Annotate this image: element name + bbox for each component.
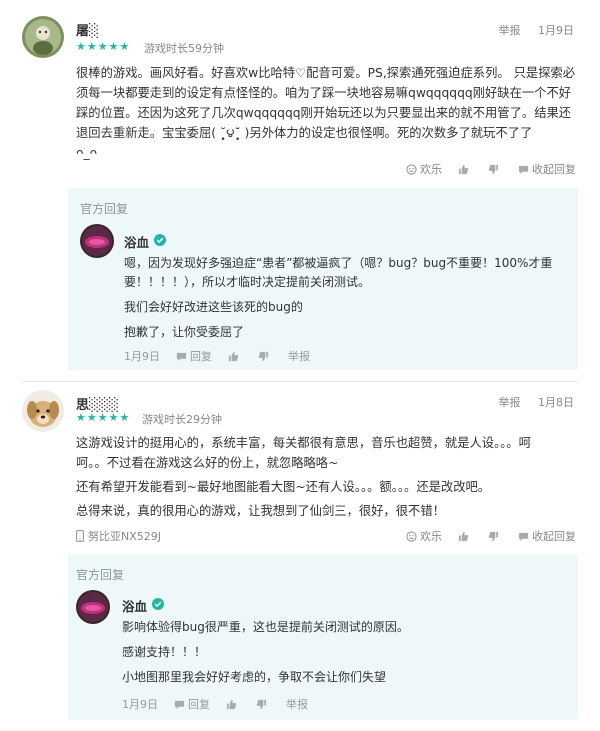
reply-report-link[interactable]: 举报 bbox=[288, 348, 310, 364]
funny-label: 欢乐 bbox=[420, 530, 442, 543]
developer-avatar-icon bbox=[76, 590, 110, 624]
official-reply-label: 官方回复 bbox=[80, 202, 129, 216]
avatar[interactable] bbox=[22, 390, 64, 432]
review-text: 很棒的游戏。画风好看。好喜欢w比哈特♡配音可爱。PS,探索通死强迫症系列。 只是… bbox=[76, 63, 586, 163]
developer-avatar-icon bbox=[80, 224, 114, 258]
collapse-label: 收起回复 bbox=[532, 530, 576, 543]
thumbs-down-icon bbox=[488, 164, 499, 174]
reply-button[interactable]: 回复 bbox=[174, 696, 210, 712]
divider bbox=[22, 381, 578, 382]
review-line: 退回去重新走。宝宝委屈( ˘̩̥̩౪˘̩̥̩ )另外体力的设定也很怪啊。死的次数… bbox=[76, 126, 533, 140]
reply-line: 要！！！！），所以才临时决定提前关闭测试。 bbox=[124, 275, 371, 289]
reply-date: 1月9日 bbox=[124, 350, 160, 363]
reply-line: 影响体验得bug很严重，这也是提前关闭测试的原因。 bbox=[122, 620, 409, 634]
smile-icon bbox=[406, 163, 417, 175]
review-date: 1月9日 bbox=[538, 24, 574, 37]
review-line: 踩的位置。还因为这死了几次qwqqqqqq刚开始玩还以为只要显出来的就不用管了。… bbox=[76, 106, 572, 120]
reply-line: 嗯，因为发现好多强迫症“患者”都被逼疯了（嗯？bug？bug不重要！100%才重 bbox=[124, 256, 553, 270]
like-button[interactable] bbox=[458, 164, 472, 175]
device-label: 努比亚NX529J bbox=[76, 528, 161, 544]
developer-name[interactable]: 浴血 bbox=[124, 232, 149, 251]
avatar-image-icon bbox=[22, 16, 64, 58]
username[interactable]: 屠░ bbox=[76, 20, 99, 39]
reply-button[interactable]: 回复 bbox=[176, 348, 212, 364]
review-line: 很棒的游戏。画风好看。好喜欢w比哈特♡配音可爱。PS,探索通死强迫症系列。 只是… bbox=[76, 66, 576, 80]
comment-icon bbox=[518, 532, 529, 541]
reply-line: 抱歉了，让你受委屈了 bbox=[124, 325, 245, 339]
report-link[interactable]: 举报 bbox=[499, 396, 521, 409]
star-rating: ★★★★★ bbox=[76, 40, 131, 53]
funny-label: 欢乐 bbox=[420, 163, 442, 176]
reply-line: 感谢支持！！！ bbox=[122, 645, 207, 659]
thumbs-down-icon bbox=[256, 699, 267, 709]
review-actions: 欢乐 收起回复 bbox=[390, 161, 576, 177]
star-rating: ★★★★★ bbox=[76, 411, 131, 424]
review-line: ᴖ_ᴖ bbox=[76, 146, 98, 160]
developer-name-row: 浴血 bbox=[122, 596, 165, 615]
reply-date: 1月9日 bbox=[122, 698, 158, 711]
like-button[interactable] bbox=[458, 531, 472, 542]
review-line: 须每一块都要走到的设定有点怪怪的。咱为了踩一块地容易嘛qwqqqqqq刚好缺在一… bbox=[76, 86, 572, 100]
device-name: 努比亚NX529J bbox=[88, 530, 162, 543]
comment-icon bbox=[518, 165, 529, 174]
collapse-replies-button[interactable]: 收起回复 bbox=[518, 528, 576, 544]
reply-line: 我们会好好改进这些该死的bug的 bbox=[124, 300, 303, 314]
official-reply: 官方回复 浴血 嗯，因为发现好多强迫症“患者”都被逼疯了（嗯？bug？bug不重… bbox=[68, 188, 578, 370]
dislike-button[interactable] bbox=[488, 164, 502, 175]
thumbs-down-icon bbox=[258, 351, 269, 361]
review-line: 呵。。不过看在游戏这么好的份上，就忽略略咯~ bbox=[76, 456, 339, 470]
thumbs-up-icon bbox=[228, 351, 239, 361]
funny-button[interactable]: 欢乐 bbox=[406, 161, 442, 177]
thumbs-down-icon bbox=[488, 531, 499, 541]
dislike-button[interactable] bbox=[488, 531, 502, 542]
playtime: 游戏时长29分钟 bbox=[142, 413, 222, 426]
collapse-replies-button[interactable]: 收起回复 bbox=[518, 161, 576, 177]
thumbs-up-icon bbox=[458, 164, 469, 174]
reply-dislike-button[interactable] bbox=[256, 699, 270, 710]
thumbs-up-icon bbox=[226, 699, 237, 709]
reply-like-button[interactable] bbox=[228, 351, 242, 362]
reply-dislike-button[interactable] bbox=[258, 351, 272, 362]
reply-actions: 1月9日 回复 举报 bbox=[122, 696, 324, 712]
reply-like-button[interactable] bbox=[226, 699, 240, 710]
verified-icon bbox=[152, 598, 165, 613]
developer-avatar[interactable] bbox=[80, 224, 114, 258]
review-actions: 欢乐 收起回复 bbox=[390, 528, 576, 544]
reply-text: 影响体验得bug很严重，这也是提前关闭测试的原因。 感谢支持！！！ 小地图那里我… bbox=[122, 618, 562, 687]
reply-text: 嗯，因为发现好多强迫症“患者”都被逼疯了（嗯？bug？bug不重要！100%才重… bbox=[124, 254, 564, 342]
collapse-label: 收起回复 bbox=[532, 163, 576, 176]
funny-button[interactable]: 欢乐 bbox=[406, 528, 442, 544]
review-line: 总得来说，真的很用心的游戏，让我想到了仙剑三，很好，很不错！ bbox=[76, 504, 445, 518]
reply-button-label: 回复 bbox=[190, 350, 212, 363]
official-reply-label: 官方回复 bbox=[76, 568, 125, 582]
review-date: 1月8日 bbox=[538, 396, 574, 409]
avatar-image-icon bbox=[22, 390, 64, 432]
comment-icon bbox=[174, 700, 185, 709]
developer-name[interactable]: 浴血 bbox=[122, 596, 147, 615]
official-reply: 官方回复 浴血 影响体验得bug很严重，这也是提前关闭测试的原因。 感谢支持！！… bbox=[68, 554, 578, 720]
reply-line: 小地图那里我会好好考虑的，争取不会让你们失望 bbox=[122, 670, 387, 684]
review-line: 还有希望开发能看到~最好地图能看大图~还有人设。。。额。。。还是改改吧。 bbox=[76, 480, 491, 494]
comment-icon bbox=[176, 352, 187, 361]
developer-avatar[interactable] bbox=[76, 590, 110, 624]
phone-icon bbox=[76, 530, 84, 542]
reply-report-link[interactable]: 举报 bbox=[286, 696, 308, 712]
review-line: 这游戏设计的挺用心的，系统丰富，每关都很有意思，音乐也超赞，就是人设。。。呵 bbox=[76, 436, 531, 450]
verified-icon bbox=[154, 234, 167, 249]
review-text: 这游戏设计的挺用心的，系统丰富，每关都很有意思，音乐也超赞，就是人设。。。呵 呵… bbox=[76, 433, 586, 521]
playtime: 游戏时长59分钟 bbox=[144, 42, 224, 55]
developer-name-row: 浴血 bbox=[124, 232, 167, 251]
reply-actions: 1月9日 回复 举报 bbox=[124, 348, 326, 364]
thumbs-up-icon bbox=[458, 531, 469, 541]
avatar[interactable] bbox=[22, 16, 64, 58]
reply-button-label: 回复 bbox=[188, 698, 210, 711]
smile-icon bbox=[406, 530, 417, 542]
report-link[interactable]: 举报 bbox=[499, 24, 521, 37]
